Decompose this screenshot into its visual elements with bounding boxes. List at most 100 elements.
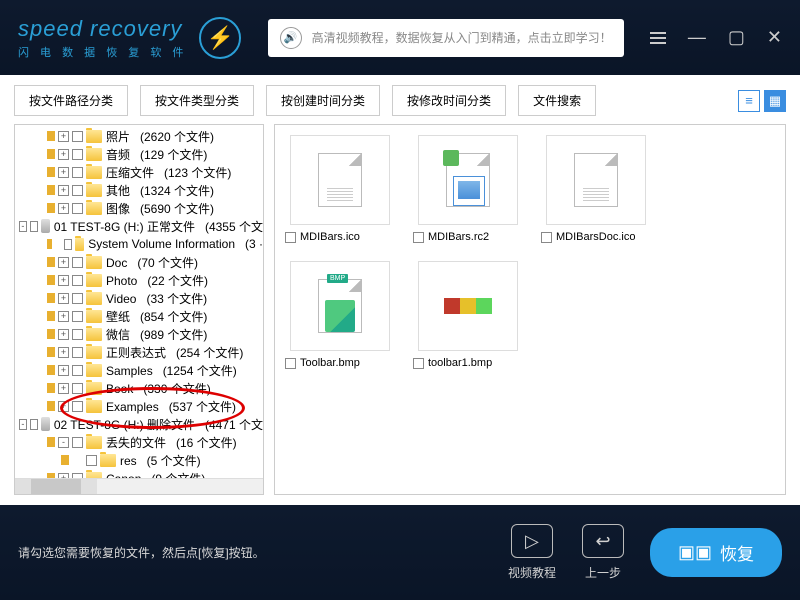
expand-icon[interactable]: + <box>58 365 69 376</box>
checkbox[interactable] <box>72 167 83 178</box>
expand-icon[interactable]: - <box>19 221 27 232</box>
expand-icon[interactable]: + <box>58 347 69 358</box>
previous-button[interactable]: ↩ 上一步 <box>582 524 624 581</box>
tree-node[interactable]: +Samples (1254 个文件) <box>19 361 263 379</box>
back-icon: ↩ <box>582 524 624 558</box>
expand-icon[interactable]: - <box>19 419 27 430</box>
file-item[interactable]: MDIBarsDoc.ico <box>541 135 651 243</box>
checkbox[interactable] <box>30 221 38 232</box>
tree-node[interactable]: +Book (330 个文件) <box>19 379 263 397</box>
checkbox[interactable] <box>72 257 83 268</box>
expand-icon[interactable] <box>55 239 62 250</box>
tab-1[interactable]: 按文件类型分类 <box>140 85 254 116</box>
recover-button[interactable]: ▣▣ 恢复 <box>650 528 782 577</box>
horizontal-scrollbar[interactable] <box>15 478 263 494</box>
folder-tree: +照片 (2620 个文件)+音频 (129 个文件)+压缩文件 (123 个文… <box>15 125 263 495</box>
minimize-icon[interactable]: — <box>688 27 706 48</box>
checkbox[interactable] <box>72 437 83 448</box>
checkbox[interactable] <box>72 203 83 214</box>
checkbox[interactable] <box>72 149 83 160</box>
tree-panel[interactable]: +照片 (2620 个文件)+音频 (129 个文件)+压缩文件 (123 个文… <box>14 124 264 495</box>
logo: speed recovery 闪 电 数 据 恢 复 软 件 <box>18 16 187 60</box>
file-checkbox[interactable] <box>285 232 296 243</box>
tab-4[interactable]: 文件搜索 <box>518 85 596 116</box>
expand-icon[interactable]: + <box>58 185 69 196</box>
checkbox[interactable] <box>72 293 83 304</box>
tree-node[interactable]: -丢失的文件 (16 个文件) <box>19 433 263 451</box>
file-thumbnail <box>418 135 518 225</box>
node-label: 压缩文件 (123 个文件) <box>106 164 231 181</box>
tree-node[interactable]: -01 TEST-8G (H:) 正常文件 (4355 个文 <box>19 217 263 235</box>
file-name: MDIBars.rc2 <box>428 231 489 243</box>
tree-node[interactable]: +Photo (22 个文件) <box>19 271 263 289</box>
checkbox[interactable] <box>86 455 97 466</box>
checkbox[interactable] <box>64 239 71 250</box>
tab-0[interactable]: 按文件路径分类 <box>14 85 128 116</box>
expand-icon[interactable] <box>72 455 83 466</box>
grid-view-icon[interactable]: ▦ <box>764 90 786 112</box>
checkbox[interactable] <box>30 419 38 430</box>
tree-node[interactable]: res (5 个文件) <box>19 451 263 469</box>
video-tutorial-button[interactable]: ▷ 视频教程 <box>508 524 556 581</box>
checkbox[interactable] <box>72 275 83 286</box>
folder-icon <box>86 184 102 197</box>
tree-node[interactable]: +Examples (537 个文件) <box>19 397 263 415</box>
checkbox[interactable] <box>72 311 83 322</box>
file-item[interactable]: BMPToolbar.bmp <box>285 261 395 369</box>
file-checkbox[interactable] <box>285 358 296 369</box>
expand-icon[interactable]: + <box>58 311 69 322</box>
expand-icon[interactable]: + <box>58 329 69 340</box>
tree-node[interactable]: +其他 (1324 个文件) <box>19 181 263 199</box>
expand-icon[interactable]: + <box>58 167 69 178</box>
tree-node[interactable]: System Volume Information (3 · <box>19 235 263 253</box>
expand-icon[interactable]: + <box>58 149 69 160</box>
drive-icon <box>41 219 50 233</box>
tree-node[interactable]: +Video (33 个文件) <box>19 289 263 307</box>
file-checkbox[interactable] <box>541 232 552 243</box>
file-item[interactable]: MDIBars.rc2 <box>413 135 523 243</box>
expand-icon[interactable]: + <box>58 293 69 304</box>
promo-text: 高清视频教程，数据恢复从入门到精通，点击立即学习！ <box>312 29 612 46</box>
maximize-icon[interactable]: ▢ <box>728 27 745 48</box>
tree-node[interactable]: -02 TEST-8G (H:) 删除文件 (4471 个文 <box>19 415 263 433</box>
checkbox[interactable] <box>72 329 83 340</box>
checkbox[interactable] <box>72 347 83 358</box>
expand-icon[interactable]: - <box>58 437 69 448</box>
tree-node[interactable]: +微信 (989 个文件) <box>19 325 263 343</box>
files-panel[interactable]: MDIBars.ico MDIBars.rc2 MDIBarsDoc.ico BMPT… <box>274 124 786 495</box>
tree-node[interactable]: +Doc (70 个文件) <box>19 253 263 271</box>
file-item[interactable]: toolbar1.bmp <box>413 261 523 369</box>
expand-icon[interactable]: + <box>58 401 69 412</box>
checkbox[interactable] <box>72 383 83 394</box>
tree-node[interactable]: +照片 (2620 个文件) <box>19 127 263 145</box>
close-icon[interactable]: ✕ <box>767 27 782 48</box>
tab-2[interactable]: 按创建时间分类 <box>266 85 380 116</box>
file-checkbox[interactable] <box>413 232 424 243</box>
logo-text: speed recovery <box>18 16 187 42</box>
menu-icon[interactable] <box>650 32 666 44</box>
tree-node[interactable]: +壁纸 (854 个文件) <box>19 307 263 325</box>
expand-icon[interactable]: + <box>58 131 69 142</box>
checkbox[interactable] <box>72 365 83 376</box>
tree-node[interactable]: +音频 (129 个文件) <box>19 145 263 163</box>
folder-icon <box>86 256 102 269</box>
folder-icon <box>86 202 102 215</box>
folder-icon <box>86 346 102 359</box>
node-label: 图像 (5690 个文件) <box>106 200 214 217</box>
folder-icon <box>75 238 85 251</box>
expand-icon[interactable]: + <box>58 203 69 214</box>
file-item[interactable]: MDIBars.ico <box>285 135 395 243</box>
expand-icon[interactable]: + <box>58 383 69 394</box>
list-view-icon[interactable]: ≡ <box>738 90 760 112</box>
checkbox[interactable] <box>72 185 83 196</box>
tree-node[interactable]: + 压缩文件 (123 个文件) <box>19 163 263 181</box>
tree-node[interactable]: + 图像 (5690 个文件) <box>19 199 263 217</box>
expand-icon[interactable]: + <box>58 257 69 268</box>
promo-banner[interactable]: 🔊 高清视频教程，数据恢复从入门到精通，点击立即学习！ <box>268 19 624 57</box>
tree-node[interactable]: +正则表达式 (254 个文件) <box>19 343 263 361</box>
file-checkbox[interactable] <box>413 358 424 369</box>
checkbox[interactable] <box>72 131 83 142</box>
checkbox[interactable] <box>72 401 83 412</box>
tab-3[interactable]: 按修改时间分类 <box>392 85 506 116</box>
expand-icon[interactable]: + <box>58 275 69 286</box>
